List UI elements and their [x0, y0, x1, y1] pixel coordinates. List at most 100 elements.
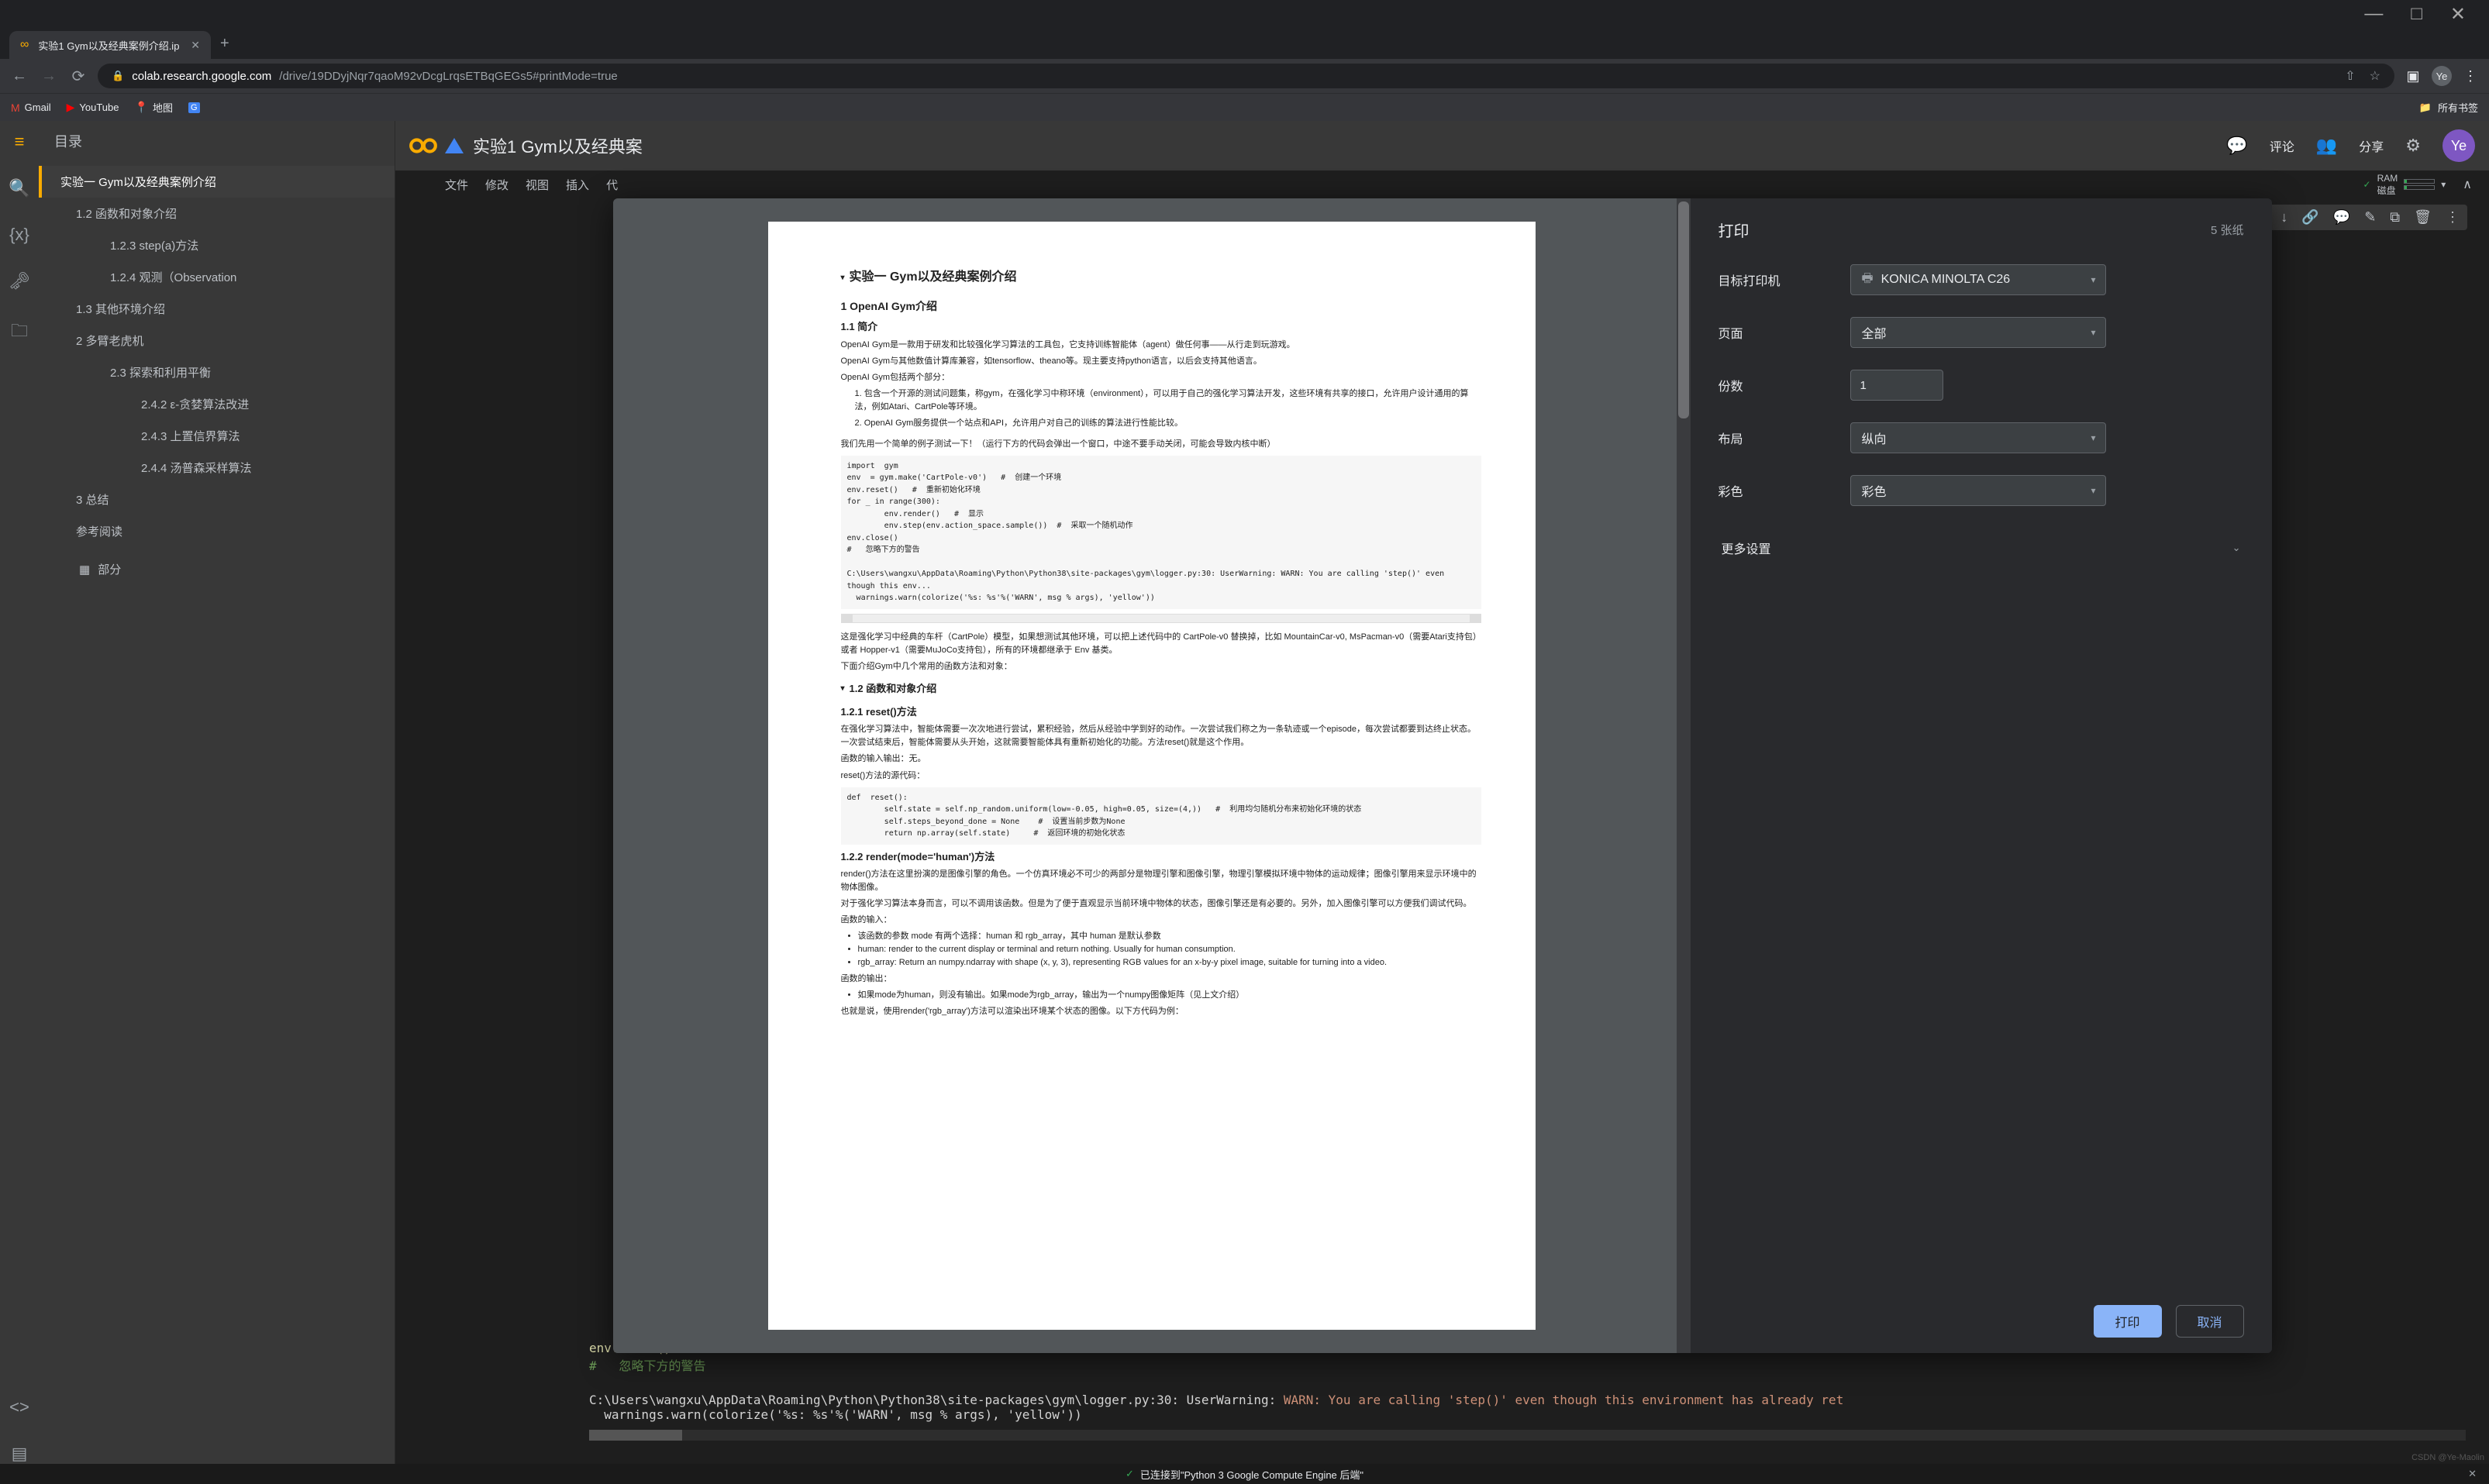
doc-u1: 该函数的参数 mode 有两个选择：human 和 rgb_array，其中 h… — [858, 930, 1481, 943]
colab-logo-icon[interactable] — [408, 130, 439, 161]
colab-menubar: 文件 修改 视图 插入 代 — [445, 170, 618, 198]
toc-item-2-4-2[interactable]: 2.4.2 ε-贪婪算法改进 — [39, 388, 395, 420]
toc-panel: 目录 实验一 Gym以及经典案例介绍 1.2 函数和对象介绍 1.2.3 ste… — [39, 121, 395, 1464]
toc-item-1-2-3[interactable]: 1.2.3 step(a)方法 — [39, 229, 395, 261]
print-dialog-overlay: 实验一 Gym以及经典案例介绍 1 OpenAI Gym介绍 1.1 简介 Op… — [395, 198, 2489, 1353]
preview-hscrollbar-1[interactable] — [841, 614, 1481, 623]
doc-p4: 我们先用一个简单的例子测试一下！（运行下方的代码会弹出一个窗口，中途不要手动关闭… — [841, 438, 1481, 451]
toc-item-root[interactable]: 实验一 Gym以及经典案例介绍 — [39, 166, 395, 198]
doc-p3: OpenAI Gym包括两个部分： — [841, 371, 1481, 384]
share-icon[interactable]: 👥 — [2316, 136, 2337, 156]
pages-select[interactable]: 全部▾ — [1850, 317, 2106, 348]
more-settings-toggle[interactable]: 更多设置 ⌄ — [1719, 528, 2244, 568]
menu-file[interactable]: 文件 — [445, 177, 468, 193]
nav-forward-icon[interactable]: → — [39, 67, 59, 85]
color-select[interactable]: 彩色▾ — [1850, 475, 2106, 506]
printer-icon: 🖶 — [1862, 270, 1874, 291]
menu-code[interactable]: 代 — [606, 177, 618, 193]
toc-add-section[interactable]: ▦部分 — [39, 547, 395, 591]
browser-tabstrip: ∞ 实验1 Gym以及经典案例介绍.ip ✕ + — [0, 28, 2489, 59]
toc-item-1-2-4[interactable]: 1.2.4 观测（Observation — [39, 261, 395, 293]
output-scrollbar[interactable] — [589, 1430, 2466, 1441]
comment-icon[interactable]: 💬 — [2226, 136, 2247, 156]
toc-item-2-3[interactable]: 2.3 探索和利用平衡 — [39, 356, 395, 388]
nav-reload-icon[interactable]: ⟳ — [68, 67, 88, 86]
status-bar: ✓ 已连接到"Python 3 Google Compute Engine 后端… — [0, 1464, 2489, 1484]
doc-p11: 对于强化学习算法本身而言，可以不调用该函数。但是为了便于直观显示当前环境中物体的… — [841, 897, 1481, 911]
doc-h2: 1 OpenAI Gym介绍 — [841, 298, 1481, 315]
chrome-menu-icon[interactable]: ⋮ — [2461, 68, 2480, 84]
toc-item-2-4-4[interactable]: 2.4.4 汤普森采样算法 — [39, 452, 395, 484]
doc-u4: 如果mode为human，则没有输出。如果mode为rgb_array，输出为一… — [858, 989, 1481, 1002]
doc-p9: reset()方法的源代码： — [841, 770, 1481, 783]
files-icon[interactable]: 🗀 — [11, 318, 28, 347]
print-preview-page: 实验一 Gym以及经典案例介绍 1 OpenAI Gym介绍 1.1 简介 Op… — [768, 222, 1536, 1330]
notebook-output: env.close() # 忽略下方的警告 C:\Users\wangxu\Ap… — [589, 1341, 2466, 1441]
doc-p7: 在强化学习算法中，智能体需要一次次地进行尝试，累积经验，然后从经验中学到好的动作… — [841, 723, 1481, 749]
doc-h3: 1.1 简介 — [841, 319, 1481, 335]
toc-toggle-icon[interactable]: ≡ — [15, 132, 25, 152]
bookmark-folder-all[interactable]: 所有书签 — [2438, 100, 2478, 115]
print-settings-pane: 打印 5 张纸 目标打印机 🖶KONICA MINOLTA C26▾ 页面 全部… — [1691, 198, 2272, 1353]
bookmark-maps[interactable]: 📍地图 — [135, 100, 173, 115]
profile-avatar[interactable]: Ye — [2432, 66, 2452, 86]
comment-label[interactable]: 评论 — [2270, 136, 2294, 155]
browser-tab-active[interactable]: ∞ 实验1 Gym以及经典案例介绍.ip ✕ — [9, 31, 211, 59]
print-button[interactable]: 打印 — [2094, 1305, 2162, 1338]
window-close-icon[interactable]: ✕ — [2450, 3, 2466, 26]
copies-label: 份数 — [1719, 376, 1850, 394]
menu-view[interactable]: 视图 — [526, 177, 549, 193]
notebook-title[interactable]: 实验1 Gym以及经典案 — [473, 133, 643, 158]
extensions-icon[interactable]: ▣ — [2404, 68, 2422, 84]
toc-item-refs[interactable]: 参考阅读 — [39, 515, 395, 547]
ram-label: RAM — [2377, 173, 2398, 184]
resource-widget[interactable]: ✓ RAM 磁盘 ▾ — [2363, 173, 2446, 197]
browser-toolbar: ← → ⟳ 🔒 colab.research.google.com/drive/… — [0, 59, 2489, 93]
bookmark-youtube[interactable]: ▶YouTube — [67, 101, 119, 114]
command-palette-icon[interactable]: <> — [9, 1397, 29, 1417]
user-avatar[interactable]: Ye — [2442, 129, 2475, 162]
toc-item-1-2[interactable]: 1.2 函数和对象介绍 — [39, 198, 395, 229]
copies-input[interactable] — [1850, 370, 1943, 401]
share-label[interactable]: 分享 — [2359, 136, 2384, 155]
menu-edit[interactable]: 修改 — [485, 177, 508, 193]
chevron-down-icon: ▾ — [2091, 327, 2095, 338]
youtube-icon: ▶ — [67, 101, 75, 114]
secrets-icon[interactable]: 🗝 — [9, 271, 30, 291]
toc-item-1-3[interactable]: 1.3 其他环境介绍 — [39, 293, 395, 325]
plus-icon: ▦ — [79, 563, 90, 577]
doc-u2: human: render to the current display or … — [858, 943, 1481, 956]
window-minimize-icon[interactable]: — — [2364, 3, 2383, 26]
folder-icon: 📁 — [2419, 102, 2432, 114]
layout-select[interactable]: 纵向▾ — [1850, 422, 2106, 453]
address-bar[interactable]: 🔒 colab.research.google.com/drive/19DDyj… — [98, 64, 2394, 88]
cancel-button[interactable]: 取消 — [2176, 1305, 2244, 1338]
chevron-up-icon[interactable]: ∧ — [2463, 177, 2472, 192]
chevron-down-icon[interactable]: ▾ — [2441, 179, 2446, 190]
toc-item-3[interactable]: 3 总结 — [39, 484, 395, 515]
output-line-2b: 忽略下方的警告 — [619, 1358, 706, 1373]
search-icon[interactable]: 🔍 — [9, 178, 29, 198]
menu-insert[interactable]: 插入 — [566, 177, 589, 193]
nav-back-icon[interactable]: ← — [9, 67, 29, 85]
tab-title: 实验1 Gym以及经典案例介绍.ip — [38, 38, 179, 53]
gmail-icon: M — [11, 102, 20, 114]
bookmark-news[interactable]: G — [188, 102, 200, 113]
window-maximize-icon[interactable]: □ — [2411, 3, 2422, 26]
variables-icon[interactable]: {x} — [9, 225, 29, 245]
destination-select[interactable]: 🖶KONICA MINOLTA C26▾ — [1850, 264, 2106, 295]
bookmark-star-icon[interactable]: ☆ — [2370, 68, 2380, 84]
new-tab-button[interactable]: + — [220, 35, 229, 53]
bookmark-gmail[interactable]: MGmail — [11, 102, 51, 114]
status-close-icon[interactable]: ✕ — [2468, 1468, 2477, 1480]
toc-item-2-4-3[interactable]: 2.4.3 上置信界算法 — [39, 420, 395, 452]
color-label: 彩色 — [1719, 481, 1850, 500]
share-url-icon[interactable]: ⇧ — [2345, 68, 2355, 84]
tab-close-icon[interactable]: ✕ — [191, 39, 200, 52]
gear-icon[interactable]: ⚙ — [2405, 136, 2421, 156]
terminal-icon[interactable]: ▤ — [12, 1444, 28, 1464]
output-line-3b: WARN: You are calling 'step()' even thou… — [1284, 1393, 1843, 1407]
preview-scrollbar[interactable] — [1677, 198, 1691, 1353]
toc-item-2[interactable]: 2 多臂老虎机 — [39, 325, 395, 356]
drive-icon — [439, 130, 470, 161]
